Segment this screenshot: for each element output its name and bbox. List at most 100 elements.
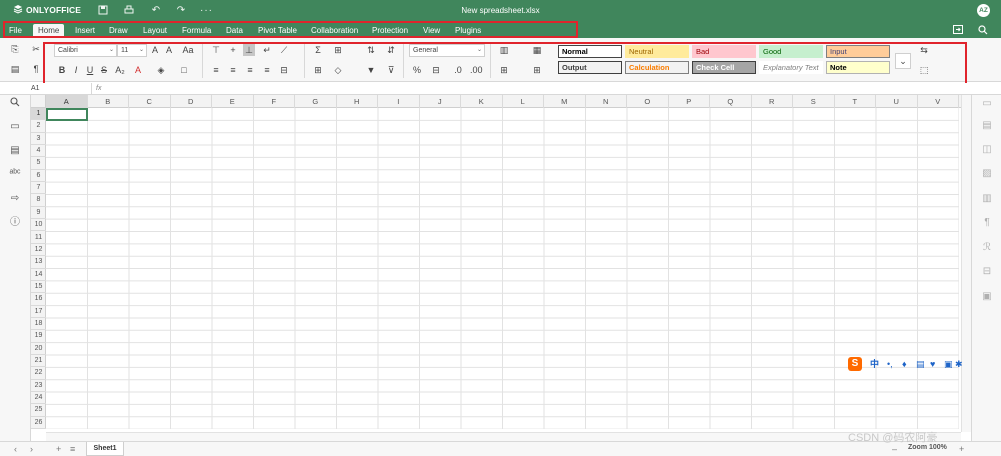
row-header-20[interactable]: 20 — [31, 343, 46, 355]
column-header-s[interactable]: S — [793, 95, 835, 108]
row-header-4[interactable]: 4 — [31, 145, 46, 158]
ime-punctuation-icon[interactable]: •, — [887, 358, 893, 370]
cell-area[interactable] — [46, 108, 960, 431]
chat-icon[interactable]: ▤ — [8, 144, 22, 158]
skin-icon[interactable]: ♥ — [930, 358, 935, 370]
row-header-5[interactable]: 5 — [31, 157, 46, 170]
open-location-icon[interactable] — [952, 25, 963, 36]
column-header-d[interactable]: D — [171, 95, 212, 108]
comments-icon[interactable]: ▭ — [8, 120, 22, 134]
row-header-13[interactable]: 13 — [31, 256, 46, 269]
column-header-t[interactable]: T — [835, 95, 876, 108]
row-header-17[interactable]: 17 — [31, 306, 46, 318]
column-header-c[interactable]: C — [129, 95, 171, 108]
column-header-k[interactable]: K — [461, 95, 503, 108]
column-header-p[interactable]: P — [669, 95, 710, 108]
row-header-19[interactable]: 19 — [31, 330, 46, 343]
sheet-tab-label: Sheet1 — [93, 445, 117, 452]
table-settings-icon[interactable]: ▤ — [980, 119, 994, 133]
microphone-icon[interactable]: ♦ — [902, 358, 907, 370]
column-header-e[interactable]: E — [212, 95, 254, 108]
text-art-icon[interactable]: ℛ — [980, 241, 994, 255]
gridlines — [46, 108, 960, 430]
column-header-r[interactable]: R — [752, 95, 793, 108]
row-header-8[interactable]: 8 — [31, 194, 46, 207]
column-header-q[interactable]: Q — [710, 95, 752, 108]
row-header-7[interactable]: 7 — [31, 182, 46, 195]
name-box[interactable]: A1 — [28, 83, 92, 95]
row-header-24[interactable]: 24 — [31, 392, 46, 405]
column-header-n[interactable]: N — [586, 95, 627, 108]
row-header-23[interactable]: 23 — [31, 380, 46, 393]
annotation-highlight-toolbar — [43, 42, 967, 89]
row-header-2[interactable]: 2 — [31, 120, 46, 133]
previous-sheet-icon[interactable]: ‹ — [14, 443, 17, 455]
column-header-m[interactable]: M — [544, 95, 586, 108]
search-icon[interactable] — [8, 97, 22, 111]
ime-logo-icon: S — [848, 357, 862, 371]
column-header-o[interactable]: O — [627, 95, 669, 108]
image-settings-icon[interactable]: ▨ — [980, 167, 994, 181]
column-header-b[interactable]: B — [88, 95, 129, 108]
vertical-scrollbar[interactable] — [961, 95, 971, 432]
column-header-f[interactable]: F — [254, 95, 295, 108]
row-header-26[interactable]: 26 — [31, 417, 46, 430]
pivot-settings-icon[interactable]: ⊟ — [980, 265, 994, 279]
about-icon[interactable]: ⓘ — [8, 216, 22, 230]
select-all-corner[interactable] — [31, 95, 46, 108]
row-header-11[interactable]: 11 — [31, 232, 46, 244]
spreadsheet-grid[interactable]: ABCDEFGHIJKLMNOPQRSTUV 1 2 3 4 5 6 7 8 9 10 11 12 13… — [31, 95, 971, 432]
column-header-i[interactable]: I — [378, 95, 420, 108]
column-header-a[interactable]: A — [46, 95, 88, 108]
shape-settings-icon[interactable]: ◫ — [980, 143, 994, 157]
column-header-h[interactable]: H — [337, 95, 378, 108]
paragraph-settings-icon[interactable]: ¶ — [980, 216, 994, 230]
row-header-10[interactable]: 10 — [31, 219, 46, 232]
row-header-14[interactable]: 14 — [31, 269, 46, 281]
active-cell-a1[interactable] — [46, 108, 88, 121]
copy-icon[interactable]: ⎘ — [9, 43, 21, 55]
ime-toolbox-icon[interactable]: ▣ — [944, 358, 953, 370]
input-method-toolbar[interactable]: S 中 •, ♦ ▤ ♥ ▣ ✱ — [846, 356, 964, 372]
formula-input[interactable] — [110, 83, 960, 95]
annotation-highlight-menu — [3, 21, 578, 38]
ime-settings-icon[interactable]: ✱ — [955, 358, 963, 370]
next-sheet-icon[interactable]: › — [30, 443, 33, 455]
row-headers: 1 2 3 4 5 6 7 8 9 10 11 12 13 14 15 16 17 18 19 20 21 22 23 24 2… — [31, 108, 46, 430]
zoom-level[interactable]: Zoom 100% — [908, 444, 947, 451]
row-header-22[interactable]: 22 — [31, 367, 46, 380]
format-painter-icon[interactable]: ¶ — [30, 63, 42, 75]
row-header-21[interactable]: 21 — [31, 355, 46, 368]
row-header-3[interactable]: 3 — [31, 133, 46, 146]
paste-icon[interactable]: ▤ — [9, 63, 21, 75]
horizontal-scrollbar[interactable] — [46, 432, 961, 441]
row-header-18[interactable]: 18 — [31, 318, 46, 331]
row-header-15[interactable]: 15 — [31, 281, 46, 294]
zoom-in-icon[interactable]: + — [959, 443, 964, 455]
row-header-1[interactable]: 1 — [31, 108, 46, 121]
search-icon[interactable] — [977, 25, 988, 36]
chart-settings-icon[interactable]: ▥ — [980, 192, 994, 206]
row-header-16[interactable]: 16 — [31, 293, 46, 306]
fx-icon[interactable]: fx — [96, 83, 101, 95]
sheet-tab[interactable]: Sheet1 — [86, 442, 124, 456]
ime-language[interactable]: 中 — [870, 358, 879, 370]
feedback-icon[interactable]: ⇨ — [8, 192, 22, 206]
row-header-12[interactable]: 12 — [31, 244, 46, 257]
row-header-25[interactable]: 25 — [31, 404, 46, 417]
column-header-g[interactable]: G — [295, 95, 337, 108]
row-header-9[interactable]: 9 — [31, 207, 46, 220]
add-sheet-icon[interactable]: + — [56, 443, 61, 455]
column-header-u[interactable]: U — [876, 95, 918, 108]
sheet-list-icon[interactable]: ≡ — [70, 443, 75, 455]
cut-icon[interactable]: ✂ — [30, 43, 42, 55]
row-header-6[interactable]: 6 — [31, 170, 46, 183]
keyboard-icon[interactable]: ▤ — [916, 358, 925, 370]
column-header-l[interactable]: L — [503, 95, 544, 108]
spellcheck-icon[interactable]: ᵃᵇᶜ — [8, 167, 22, 181]
cell-settings-icon[interactable]: ▭ — [980, 97, 994, 111]
signature-icon[interactable]: ▣ — [980, 290, 994, 304]
column-header-v[interactable]: V — [918, 95, 959, 108]
user-avatar[interactable]: AZ — [977, 4, 990, 17]
column-header-j[interactable]: J — [420, 95, 461, 108]
